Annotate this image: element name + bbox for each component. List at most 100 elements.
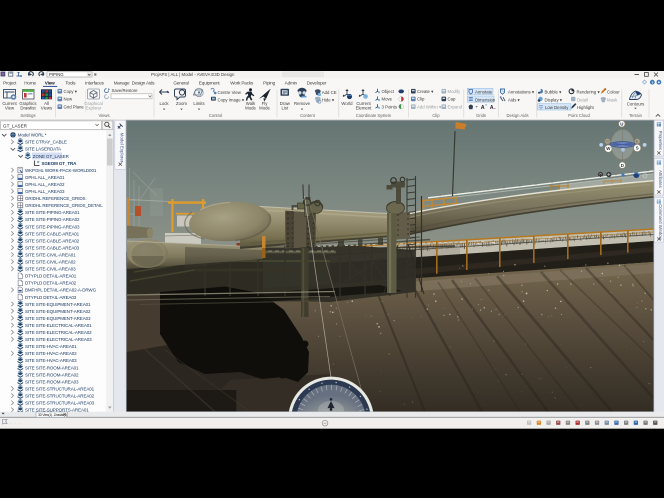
svg-text:Attributes: Attributes	[658, 170, 663, 188]
svg-text:Add CE: Add CE	[322, 90, 337, 95]
svg-text:SITE SITE-CIVIL-AREA03: SITE SITE-CIVIL-AREA03	[25, 267, 76, 272]
svg-text:GRIDHL REFERENCE_GRIDS: GRIDHL REFERENCE_GRIDS	[25, 196, 85, 201]
svg-text:SITE SITE-EQUIPMENT-AREA03: SITE SITE-EQUIPMENT-AREA03	[25, 316, 91, 321]
svg-text:SITE SITE-PIPING-AREA01: SITE SITE-PIPING-AREA01	[25, 210, 80, 215]
svg-text:Mask: Mask	[607, 97, 618, 102]
svg-text:SITE SITE-ELECTRICAL-AREA01: SITE SITE-ELECTRICAL-AREA01	[25, 323, 92, 328]
svg-text:Aids ▾: Aids ▾	[508, 97, 520, 102]
svg-text:U: U	[620, 121, 623, 126]
svg-text:PIPING: PIPING	[49, 72, 64, 77]
svg-text:Add Within ▾: Add Within ▾	[417, 104, 441, 109]
svg-text:Remove: Remove	[294, 101, 311, 106]
svg-text:SITE SITE-CIVIL-AREA01: SITE SITE-CIVIL-AREA01	[25, 252, 76, 257]
svg-text:Explorer: Explorer	[85, 106, 102, 111]
svg-text:Display ▾: Display ▾	[545, 97, 562, 102]
svg-text:Annotations ▾: Annotations ▾	[508, 90, 534, 95]
svg-text:SITE SITE-CABLE-AREA02: SITE SITE-CABLE-AREA02	[25, 238, 80, 243]
svg-text:Create ▾: Create ▾	[417, 89, 433, 94]
svg-text:SITE SITE-HVAC-AREA03: SITE SITE-HVAC-AREA03	[25, 358, 77, 363]
svg-text:SITE SITE-EQUIPMENT-AREA02: SITE SITE-EQUIPMENT-AREA02	[25, 309, 91, 314]
svg-text:DTYPLD DETAIL-AREA03: DTYPLD DETAIL-AREA03	[25, 295, 77, 300]
svg-text:SITE SITE-PIPING-AREA02: SITE SITE-PIPING-AREA02	[25, 217, 80, 222]
svg-text:Admin: Admin	[285, 80, 298, 85]
svg-text:XGEOM GT_TRA: XGEOM GT_TRA	[42, 161, 78, 166]
svg-text:Copy Image ▾: Copy Image ▾	[218, 97, 245, 102]
svg-text:- . - . -: - . - . -	[10, 422, 21, 426]
svg-text:Low Density: Low Density	[545, 105, 569, 110]
svg-text:Highlight: Highlight	[577, 105, 595, 110]
svg-text:Equipment: Equipment	[199, 80, 220, 85]
svg-text:Move: Move	[382, 97, 393, 102]
svg-text:GPHL ALL_AREA02: GPHL ALL_AREA02	[25, 182, 65, 187]
svg-text:Grid Plane: Grid Plane	[64, 104, 85, 109]
svg-text:Save/Restore: Save/Restore	[112, 88, 139, 93]
svg-text:Cap: Cap	[448, 97, 456, 102]
svg-text:Point Cloud: Point Cloud	[568, 113, 590, 118]
svg-text:General: General	[173, 80, 188, 85]
svg-text:Coordinate System: Coordinate System	[356, 113, 392, 118]
svg-text:View: View	[5, 106, 15, 111]
svg-text:SITE SITE-ROOM-AREA02: SITE SITE-ROOM-AREA02	[25, 372, 79, 377]
svg-text:Properties: Properties	[658, 131, 663, 150]
svg-text:Copy ▾: Copy ▾	[64, 89, 77, 94]
svg-text:DTYPLD DETAIL-AREA01: DTYPLD DETAIL-AREA01	[25, 274, 77, 279]
svg-text:GT_LASER: GT_LASER	[3, 124, 28, 129]
svg-text:?: ?	[651, 81, 653, 85]
svg-text:Tools: Tools	[65, 80, 76, 85]
svg-text:Content: Content	[300, 113, 316, 118]
svg-text:Terrain: Terrain	[629, 113, 642, 118]
svg-text:View: View	[45, 80, 55, 85]
svg-text:Model WORL *: Model WORL *	[18, 133, 47, 138]
svg-text:3D View(1) - Drawlist(1): 3D View(1) - Drawlist(1)	[38, 413, 67, 417]
svg-text:SITE SITE-STRUCTURAL-AREA02: SITE SITE-STRUCTURAL-AREA02	[25, 393, 95, 398]
svg-text:Grids: Grids	[476, 113, 486, 118]
svg-text:List: List	[281, 106, 288, 111]
svg-text:Piping: Piping	[263, 80, 275, 85]
svg-text:SITE SITE-STRUCTURAL-AREA03: SITE SITE-STRUCTURAL-AREA03	[25, 401, 95, 406]
svg-text:A: A	[490, 105, 494, 111]
svg-text:Centre View: Centre View	[218, 90, 242, 95]
svg-text:Detail: Detail	[577, 97, 588, 102]
svg-text:SITE SITE-CABLE-AREA01: SITE SITE-CABLE-AREA01	[25, 231, 80, 236]
svg-text:S: S	[636, 146, 639, 151]
svg-text:Hide ▾: Hide ▾	[322, 97, 334, 102]
svg-text:Control: Control	[209, 113, 223, 118]
svg-text:SITE LASERDATA: SITE LASERDATA	[25, 147, 61, 152]
svg-text:Drawlist: Drawlist	[20, 106, 36, 111]
svg-text:Developer: Developer	[307, 80, 327, 85]
svg-text:Dimension: Dimension	[475, 97, 496, 102]
svg-text:Limits: Limits	[193, 101, 204, 106]
svg-text:Design Aids: Design Aids	[132, 80, 155, 85]
svg-text:Rendering ▾: Rendering ▾	[577, 90, 600, 95]
svg-text:Project: Project	[3, 80, 17, 85]
svg-text:ProjAPS | ALL | Model - AVEVA: ProjAPS | ALL | Model - AVEVA E3D Design	[151, 72, 235, 77]
svg-text:SITE SITE-CIVIL-AREA02: SITE SITE-CIVIL-AREA02	[25, 260, 76, 265]
svg-text:World: World	[341, 101, 353, 106]
svg-text:Annotate: Annotate	[475, 90, 493, 95]
svg-text:Clip: Clip	[417, 97, 425, 102]
svg-text:A: A	[481, 105, 485, 111]
svg-text:Lock: Lock	[159, 101, 169, 106]
svg-text:ZONE GT_LASER: ZONE GT_LASER	[33, 154, 70, 159]
svg-text:SITE SITE-ROOM-AREA03: SITE SITE-ROOM-AREA03	[25, 379, 79, 384]
svg-text:BMFHPL DETAIL-AREA02-A-DRWG: BMFHPL DETAIL-AREA02-A-DRWG	[25, 288, 97, 293]
svg-text:Views: Views	[98, 113, 109, 118]
svg-text:Home: Home	[24, 80, 36, 85]
svg-text:Colour: Colour	[607, 90, 620, 95]
svg-text:Design Aids: Design Aids	[506, 113, 528, 118]
svg-text:Settings: Settings	[20, 113, 35, 118]
svg-text:SITE SITE-HVAC-AREA02: SITE SITE-HVAC-AREA02	[25, 351, 77, 356]
svg-text:SITE SITE-PIPING-AREA03: SITE SITE-PIPING-AREA03	[25, 224, 80, 229]
svg-text:Command Window: Command Window	[658, 204, 663, 240]
svg-text:Element: Element	[356, 106, 373, 111]
svg-text:Modify: Modify	[448, 89, 462, 94]
svg-text:SITE SITE-EQUIPMENT-AREA01: SITE SITE-EQUIPMENT-AREA01	[25, 302, 91, 307]
svg-text:3 Points: 3 Points	[382, 104, 398, 109]
svg-text:GRIDHL REFERENCE_GRIDS_DETAIL: GRIDHL REFERENCE_GRIDS_DETAIL	[25, 203, 103, 208]
svg-text:Object: Object	[382, 89, 395, 94]
svg-text:GPHL ALL_AREA01: GPHL ALL_AREA01	[25, 175, 65, 180]
svg-text:Views: Views	[41, 106, 52, 111]
svg-text:Interfaces: Interfaces	[85, 80, 105, 85]
svg-text:SITE SITE-STRUCTURAL-AREA01: SITE SITE-STRUCTURAL-AREA01	[25, 386, 95, 391]
svg-text:Model Explorer: Model Explorer	[120, 133, 125, 163]
